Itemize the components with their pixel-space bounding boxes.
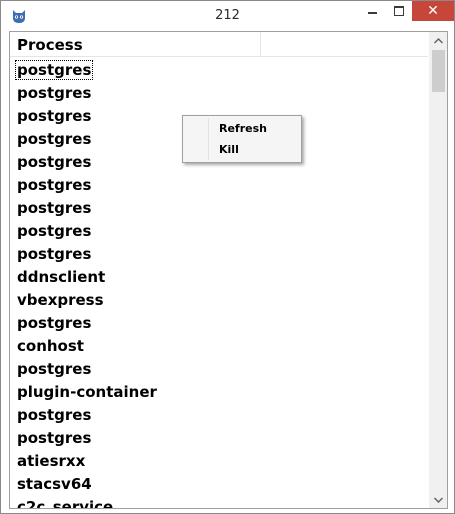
process-name: plugin-container <box>17 383 157 401</box>
title-bar[interactable]: 212 ✕ <box>1 1 454 31</box>
process-name: ddnsclient <box>17 268 106 286</box>
list-item[interactable]: ddnsclient <box>10 266 428 289</box>
close-button[interactable]: ✕ <box>412 1 454 21</box>
vertical-scrollbar[interactable] <box>429 32 447 508</box>
process-name: c2c_service <box>17 498 114 509</box>
maximize-button[interactable] <box>385 1 412 21</box>
maximize-icon <box>393 6 404 16</box>
list-item[interactable]: stacsv64 <box>10 473 428 496</box>
minimize-button[interactable] <box>359 1 385 21</box>
scroll-down-arrow-icon <box>434 497 443 503</box>
process-name: postgres <box>17 429 92 447</box>
menu-item-kill[interactable]: Kill <box>185 139 299 160</box>
process-name: atiesrxx <box>17 452 86 470</box>
app-window: 212 ✕ Process postgres postgres postgres po… <box>0 0 455 514</box>
list-item[interactable]: postgres <box>10 220 428 243</box>
list-item[interactable]: postgres <box>10 312 428 335</box>
process-name: vbexpress <box>17 291 104 309</box>
list-item[interactable]: postgres <box>10 427 428 450</box>
process-name: postgres <box>17 199 92 217</box>
scroll-thumb[interactable] <box>432 50 445 92</box>
list-item[interactable]: postgres <box>10 404 428 427</box>
list-item[interactable]: postgres <box>10 358 428 381</box>
scroll-up-button[interactable] <box>430 32 447 49</box>
list-header: Process <box>10 32 428 57</box>
cat-mask-icon <box>13 10 25 23</box>
menu-item-refresh[interactable]: Refresh <box>185 118 299 139</box>
process-name: postgres <box>17 245 92 263</box>
process-name: postgres <box>17 406 92 424</box>
close-icon: ✕ <box>427 3 439 19</box>
process-name: postgres <box>17 130 92 148</box>
process-name: stacsv64 <box>17 475 92 493</box>
process-name: postgres <box>15 60 94 80</box>
process-name: postgres <box>17 107 92 125</box>
context-menu: Refresh Kill <box>182 115 302 163</box>
list-item[interactable]: postgres <box>10 197 428 220</box>
list-item[interactable]: postgres <box>10 59 428 82</box>
process-name: postgres <box>17 222 92 240</box>
list-item[interactable]: plugin-container <box>10 381 428 404</box>
list-item[interactable]: postgres <box>10 243 428 266</box>
list-item[interactable]: postgres <box>10 82 428 105</box>
process-name: postgres <box>17 153 92 171</box>
process-name: postgres <box>17 314 92 332</box>
process-list-view[interactable]: Process postgres postgres postgres postgres… <box>9 31 448 509</box>
scroll-up-arrow-icon <box>434 37 443 43</box>
list-item[interactable]: postgres <box>10 174 428 197</box>
column-header-process[interactable]: Process <box>10 32 261 56</box>
process-name: postgres <box>17 360 92 378</box>
list-item[interactable]: conhost <box>10 335 428 358</box>
list-item[interactable]: c2c_service <box>10 496 428 509</box>
process-name: postgres <box>17 84 92 102</box>
list-item[interactable]: atiesrxx <box>10 450 428 473</box>
list-item[interactable]: vbexpress <box>10 289 428 312</box>
scroll-down-button[interactable] <box>430 491 447 508</box>
minimize-icon <box>367 12 377 14</box>
process-name: conhost <box>17 337 84 355</box>
process-name: postgres <box>17 176 92 194</box>
